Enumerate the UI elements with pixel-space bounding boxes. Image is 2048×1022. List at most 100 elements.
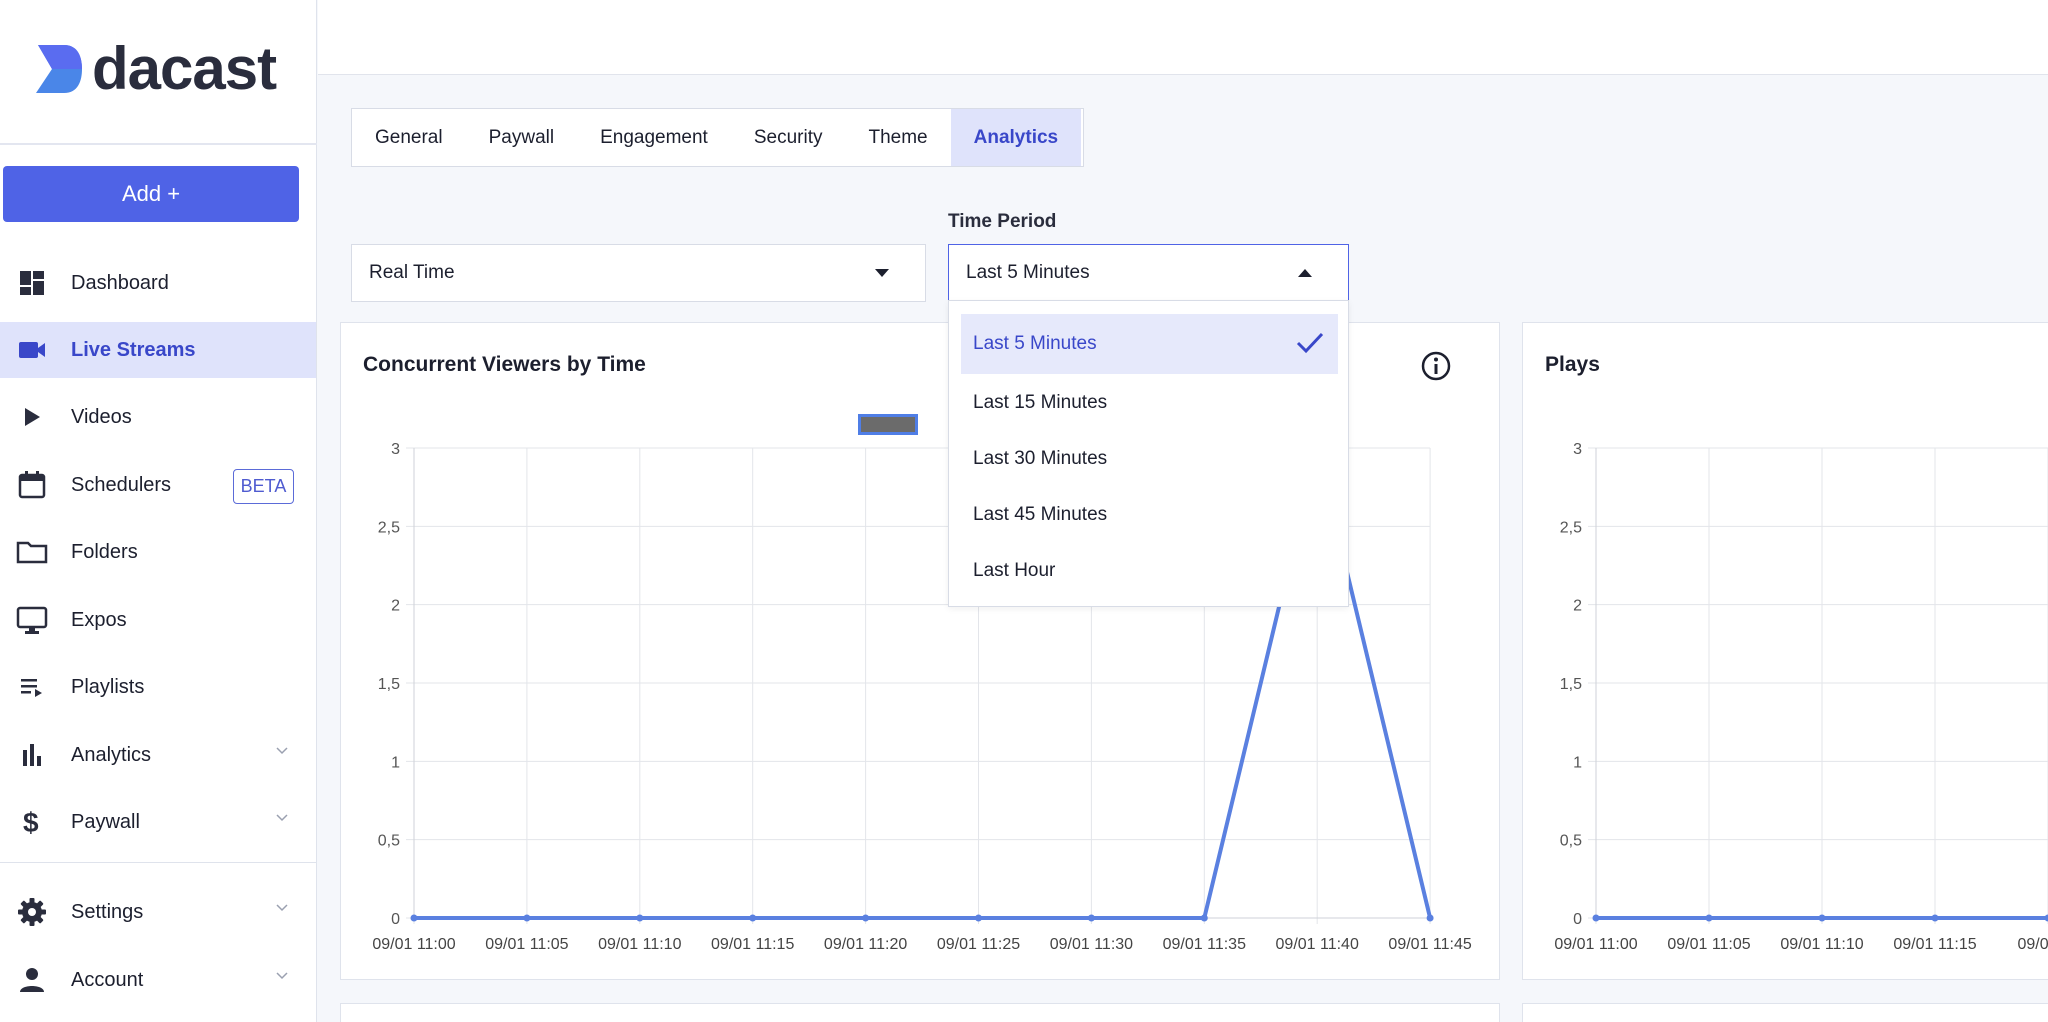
time-period-option[interactable]: Last 15 Minutes <box>961 373 1338 433</box>
x-tick-label: 09/01 11:20 <box>824 936 907 953</box>
x-tick-label: 09/01 11:30 <box>1050 936 1133 953</box>
sidebar-item-label: Folders <box>71 540 138 563</box>
sidebar-item-label: Playlists <box>71 675 145 698</box>
logo-text: dacast <box>92 35 277 102</box>
sidebar-item-label: Paywall <box>71 810 140 833</box>
y-tick-label: 2,5 <box>378 519 400 536</box>
play-icon <box>15 400 49 434</box>
data-point <box>1592 914 1600 922</box>
y-tick-label: 2,5 <box>1560 519 1582 536</box>
plays-card: Plays 0 0,5 1 1,5 2 2,5 3 09/01 11:00 09/01 11:0… <box>1522 322 2048 980</box>
tab-paywall[interactable]: Paywall <box>466 109 577 166</box>
time-period-option[interactable]: Last 30 Minutes <box>961 429 1338 489</box>
sidebar-item-expos[interactable]: Expos <box>0 592 316 648</box>
dacast-logo[interactable]: dacast <box>34 35 277 102</box>
sidebar-item-folders[interactable]: Folders <box>0 524 316 580</box>
time-period-select[interactable]: Last 5 Minutes <box>948 244 1349 302</box>
time-period-dropdown: Last 5 Minutes Last 15 Minutes Last 30 M… <box>948 300 1349 607</box>
sidebar-item-label: Schedulers <box>71 473 172 496</box>
folder-icon <box>15 535 49 569</box>
time-period-value: Last 5 Minutes <box>966 262 1090 283</box>
chevron-down-icon <box>276 814 288 822</box>
data-point <box>1087 914 1095 922</box>
x-tick-label: 09/01 11:45 <box>1388 936 1471 953</box>
gear-icon <box>15 895 49 929</box>
y-tick-label: 1,5 <box>1560 676 1582 693</box>
data-point <box>410 914 418 922</box>
dashboard-icon <box>15 266 49 300</box>
y-tick-label: 1,5 <box>378 676 400 693</box>
sidebar-item-label: Dashboard <box>71 271 169 294</box>
mode-select[interactable]: Real Time <box>351 244 926 302</box>
tab-theme[interactable]: Theme <box>845 109 950 166</box>
add-button[interactable]: Add + <box>3 166 299 222</box>
y-tick-label: 1 <box>391 754 400 771</box>
y-tick-label: 2 <box>391 598 400 615</box>
data-point <box>975 914 982 922</box>
svg-text:$: $ <box>23 807 39 838</box>
chevron-down-icon <box>276 972 288 980</box>
tab-general[interactable]: General <box>352 109 466 166</box>
dollar-icon: $ <box>15 805 49 839</box>
next-card <box>1522 1003 2048 1022</box>
sidebar-item-label: Videos <box>71 405 132 428</box>
caret-down-icon <box>875 269 889 277</box>
sidebar: dacast Add + Dashboard Live Streams Vide… <box>0 0 317 1022</box>
x-tick-label: 09/01 11:10 <box>598 936 681 953</box>
x-tick-label: 09/01 11:15 <box>711 936 794 953</box>
sidebar-item-analytics[interactable]: Analytics <box>0 727 316 783</box>
bar-chart-icon <box>15 738 49 772</box>
chevron-down-icon <box>276 747 288 755</box>
sidebar-item-label: Expos <box>71 608 127 631</box>
data-point <box>749 914 757 922</box>
sidebar-item-playlists[interactable]: Playlists <box>0 659 316 715</box>
data-point <box>1426 914 1434 922</box>
sidebar-item-label: Settings <box>71 900 144 923</box>
caret-up-icon <box>1298 269 1312 277</box>
sidebar-item-account[interactable]: Account <box>0 952 316 1008</box>
x-tick-label: 09/01 11:00 <box>372 936 455 953</box>
sidebar-divider <box>0 143 317 145</box>
chevron-down-icon <box>276 904 288 912</box>
data-point <box>1705 914 1713 922</box>
tab-analytics[interactable]: Analytics <box>950 109 1082 166</box>
calendar-icon <box>15 468 49 502</box>
tab-security[interactable]: Security <box>731 109 846 166</box>
tab-engagement[interactable]: Engagement <box>577 109 731 166</box>
sidebar-item-paywall[interactable]: $ Paywall <box>0 794 316 850</box>
data-point <box>523 914 531 922</box>
content-tabs: General Paywall Engagement Security Them… <box>351 108 1084 167</box>
sidebar-item-label: Analytics <box>71 743 152 766</box>
x-tick-label: 09/01 11:05 <box>1667 936 1750 953</box>
option-label: Last 5 Minutes <box>973 333 1097 354</box>
y-tick-label: 0 <box>1573 911 1582 928</box>
sidebar-item-label: Live Streams <box>71 338 196 361</box>
x-tick-label: 09/01 11 <box>2017 936 2048 953</box>
x-tick-label: 09/01 11:15 <box>1893 936 1976 953</box>
sidebar-item-label: Account <box>71 968 144 991</box>
sidebar-item-dashboard[interactable]: Dashboard <box>0 255 316 311</box>
data-point <box>862 914 870 922</box>
time-period-option[interactable]: Last Hour <box>961 541 1338 601</box>
person-icon <box>15 963 49 997</box>
sidebar-item-videos[interactable]: Videos <box>0 389 316 445</box>
video-camera-icon <box>15 333 49 367</box>
y-tick-label: 0 <box>391 911 400 928</box>
sidebar-item-live-streams[interactable]: Live Streams <box>0 322 316 378</box>
time-period-label: Time Period <box>948 211 1057 232</box>
x-tick-label: 09/01 11:00 <box>1554 936 1637 953</box>
y-tick-label: 0,5 <box>1560 833 1582 850</box>
y-tick-label: 3 <box>391 441 400 458</box>
time-period-option[interactable]: Last 45 Minutes <box>961 485 1338 545</box>
x-tick-label: 09/01 11:35 <box>1163 936 1246 953</box>
x-tick-label: 09/01 11:25 <box>937 936 1020 953</box>
sidebar-item-settings[interactable]: Settings <box>0 884 316 940</box>
data-point <box>1931 914 1939 922</box>
data-point <box>636 914 644 922</box>
data-point <box>1818 914 1826 922</box>
check-icon <box>1296 332 1324 354</box>
time-period-option[interactable]: Last 5 Minutes <box>961 314 1338 374</box>
sidebar-divider <box>0 862 317 863</box>
next-card <box>340 1003 1500 1022</box>
mode-select-value: Real Time <box>369 262 455 283</box>
